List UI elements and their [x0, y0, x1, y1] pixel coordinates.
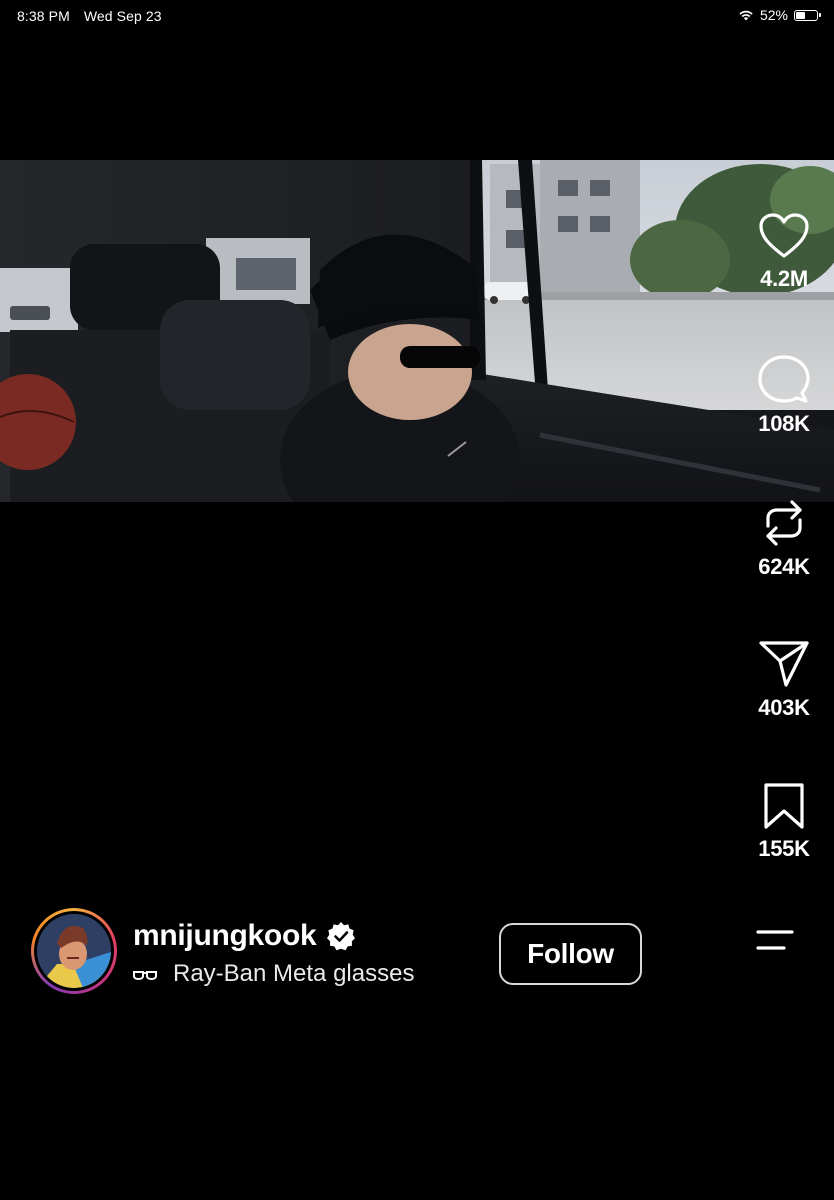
status-left: 8:38 PM Wed Sep 23 — [17, 8, 162, 24]
heart-icon[interactable] — [758, 212, 810, 260]
status-right: 52% — [738, 7, 821, 23]
video-player[interactable] — [0, 160, 834, 502]
caption-text: Ray-Ban Meta glasses — [173, 960, 415, 987]
share-action[interactable]: 403K — [734, 639, 834, 721]
repost-action[interactable]: 624K — [734, 498, 834, 580]
save-count: 155K — [758, 836, 810, 861]
glasses-icon — [133, 971, 157, 980]
avatar-illustration — [37, 914, 111, 988]
battery-fill — [796, 11, 805, 19]
menu-icon[interactable] — [754, 928, 796, 952]
bookmark-icon[interactable] — [762, 782, 806, 830]
avatar-gap — [34, 911, 114, 991]
caption-row[interactable]: Ray-Ban Meta glasses — [133, 960, 414, 988]
username[interactable]: mnijungkook — [133, 919, 317, 953]
repost-icon[interactable] — [758, 498, 810, 548]
save-action[interactable]: 155K — [734, 782, 834, 862]
verified-badge-icon — [327, 922, 356, 951]
comment-count: 108K — [758, 411, 810, 436]
avatar[interactable] — [31, 908, 117, 994]
battery-percent: 52% — [759, 7, 788, 23]
share-count: 403K — [758, 695, 810, 720]
wifi-icon — [739, 10, 753, 21]
status-bar: 8:38 PM Wed Sep 23 52% — [0, 0, 834, 32]
like-action[interactable]: 4.2M — [734, 212, 834, 292]
video-frame — [0, 160, 834, 502]
status-date: Wed Sep 23 — [83, 8, 162, 24]
battery-icon — [794, 9, 821, 21]
avatar-image — [37, 914, 111, 988]
send-icon[interactable] — [758, 639, 810, 689]
username-row: mnijungkook — [133, 919, 356, 953]
comment-action[interactable]: 108K — [734, 355, 834, 437]
repost-count: 624K — [758, 554, 810, 579]
status-time: 8:38 PM — [17, 8, 70, 24]
like-count: 4.2M — [760, 266, 808, 291]
comment-bubble-icon[interactable] — [758, 355, 810, 405]
follow-button[interactable]: Follow — [499, 923, 642, 985]
